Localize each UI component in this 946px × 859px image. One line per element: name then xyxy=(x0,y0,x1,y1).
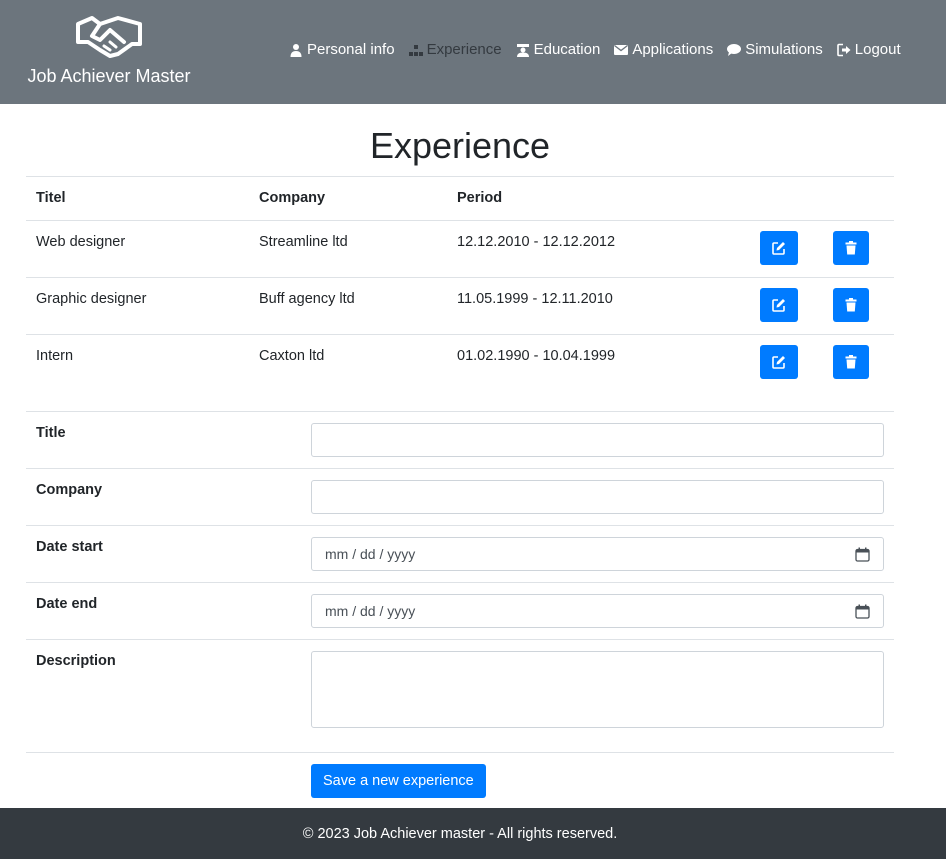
trash-icon xyxy=(845,298,857,312)
column-header-period: Period xyxy=(457,190,503,206)
nav-item-label: Simulations xyxy=(745,41,823,58)
cell-company: Caxton ltd xyxy=(259,348,325,364)
table-row: Web designer Streamline ltd 12.12.2010 -… xyxy=(26,220,894,277)
graduate-icon xyxy=(516,43,530,57)
form-row-actions: Save a new experience xyxy=(26,752,894,812)
delete-button[interactable] xyxy=(833,288,869,322)
title-input[interactable] xyxy=(311,423,884,457)
nav-item-label: Experience xyxy=(426,41,502,58)
date-start-label: Date start xyxy=(36,539,103,555)
handshake-icon xyxy=(76,16,142,58)
date-end-label: Date end xyxy=(36,596,98,612)
cell-period: 01.02.1990 - 10.04.1999 xyxy=(457,348,616,364)
nav-item-label: Education xyxy=(533,41,601,58)
edit-icon xyxy=(772,242,785,255)
trash-icon xyxy=(845,355,857,369)
description-label: Description xyxy=(36,653,116,669)
nav-item-logout[interactable]: Logout xyxy=(836,41,901,58)
form-row-date-end: Date end mm / dd / yyyy xyxy=(26,582,894,639)
brand[interactable]: Job Achiever Master xyxy=(26,14,192,87)
comment-icon xyxy=(727,43,742,57)
brand-name: Job Achiever Master xyxy=(27,66,191,86)
cell-period: 11.05.1999 - 12.11.2010 xyxy=(457,291,613,307)
company-label: Company xyxy=(36,482,103,498)
company-input[interactable] xyxy=(311,480,884,514)
description-textarea[interactable] xyxy=(311,651,884,728)
calendar-icon[interactable] xyxy=(855,547,870,562)
edit-button[interactable] xyxy=(760,345,798,379)
table-header-row: Titel Company Period xyxy=(26,176,894,220)
user-icon xyxy=(289,43,303,57)
nav-item-label: Applications xyxy=(632,41,714,58)
form-row-title: Title xyxy=(26,411,894,468)
nav-item-label: Logout xyxy=(854,41,901,58)
date-start-input[interactable]: mm / dd / yyyy xyxy=(311,537,884,571)
delete-button[interactable] xyxy=(833,231,869,265)
form-row-company: Company xyxy=(26,468,894,525)
nav-item-simulations[interactable]: Simulations xyxy=(727,41,823,58)
top-navbar: Job Achiever Master Personal info Experi… xyxy=(0,0,946,104)
edit-icon xyxy=(772,299,785,312)
delete-button[interactable] xyxy=(833,345,869,379)
main-nav: Personal info Experience Education Appli… xyxy=(289,41,915,58)
column-header-company: Company xyxy=(259,190,326,206)
table-row: Intern Caxton ltd 01.02.1990 - 10.04.199… xyxy=(26,334,894,391)
nav-item-applications[interactable]: Applications xyxy=(614,41,713,58)
nav-item-label: Personal info xyxy=(307,41,395,58)
sign-out-icon xyxy=(836,43,851,57)
footer: © 2023 Job Achiever master - All rights … xyxy=(0,808,946,859)
cell-title: Web designer xyxy=(36,234,126,250)
page-title: Experience xyxy=(369,125,551,166)
new-experience-form: Title Company Date start mm / dd / yyyy … xyxy=(26,411,894,812)
form-row-date-start: Date start mm / dd / yyyy xyxy=(26,525,894,582)
sitemap-icon xyxy=(408,43,423,57)
experience-table: Titel Company Period Web designer Stream… xyxy=(26,176,894,391)
column-header-title: Titel xyxy=(36,190,66,206)
cell-title: Intern xyxy=(36,348,74,364)
nav-item-experience[interactable]: Experience xyxy=(408,41,502,58)
date-end-placeholder: mm / dd / yyyy xyxy=(325,603,416,619)
copyright-text: © 2023 Job Achiever master - All rights … xyxy=(302,825,618,842)
title-label: Title xyxy=(36,425,66,441)
edit-button[interactable] xyxy=(760,288,798,322)
edit-button[interactable] xyxy=(760,231,798,265)
cell-title: Graphic designer xyxy=(36,291,147,307)
table-row: Graphic designer Buff agency ltd 11.05.1… xyxy=(26,277,894,334)
trash-icon xyxy=(845,241,857,255)
form-row-description: Description xyxy=(26,639,894,752)
cell-company: Buff agency ltd xyxy=(259,291,355,307)
envelope-icon xyxy=(614,43,629,57)
nav-item-education[interactable]: Education xyxy=(516,41,601,58)
edit-icon xyxy=(772,356,785,369)
nav-item-personal-info[interactable]: Personal info xyxy=(289,41,395,58)
date-end-input[interactable]: mm / dd / yyyy xyxy=(311,594,884,628)
cell-company: Streamline ltd xyxy=(259,234,348,250)
save-experience-button[interactable]: Save a new experience xyxy=(311,764,486,798)
cell-period: 12.12.2010 - 12.12.2012 xyxy=(457,234,616,250)
date-start-placeholder: mm / dd / yyyy xyxy=(325,546,416,562)
calendar-icon[interactable] xyxy=(855,604,870,619)
